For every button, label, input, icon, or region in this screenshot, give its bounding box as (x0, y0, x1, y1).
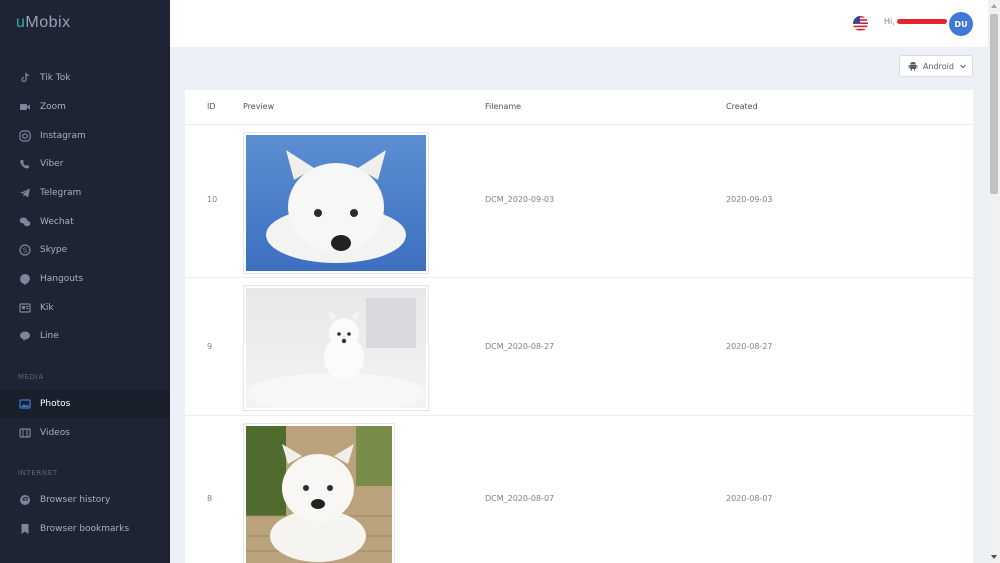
sidebar-item-videos[interactable]: Videos (0, 419, 170, 447)
skype-icon: S (19, 244, 31, 256)
speech-bubble-icon (19, 330, 31, 342)
redacted-username (897, 19, 947, 24)
user-avatar[interactable]: DU (949, 12, 973, 36)
sidebar-item-label: Hangouts (40, 274, 84, 284)
sidebar-item-label: Skype (40, 245, 68, 255)
device-select[interactable]: Android (899, 55, 973, 77)
table-row[interactable]: 10 DCM_2020-09-03 2020-09-03 (185, 124, 973, 277)
row-filename: DCM_2020-09-03 (485, 195, 555, 204)
us-flag-icon[interactable] (853, 16, 868, 31)
scroll-up-arrow-icon[interactable] (988, 0, 1000, 12)
photos-icon (19, 398, 31, 410)
section-label-media: MEDIA (18, 373, 44, 381)
greeting-text: Hi, (884, 17, 895, 26)
table-row[interactable]: 9 DCM_2020-08-27 2020-08-27 (185, 277, 973, 415)
browser-icon (19, 494, 31, 506)
instagram-icon (19, 130, 31, 142)
quote-bubble-icon (19, 273, 31, 285)
device-select-label: Android (923, 61, 954, 71)
column-header-created[interactable]: Created (726, 102, 758, 111)
sidebar-item-viber[interactable]: Viber (0, 150, 170, 178)
column-header-filename[interactable]: Filename (485, 102, 521, 111)
sidebar-item-label: Browser bookmarks (40, 524, 130, 534)
sidebar-item-kik[interactable]: Kik (0, 294, 170, 322)
row-filename: DCM_2020-08-27 (485, 342, 555, 351)
sidebar-item-label: Zoom (40, 102, 66, 112)
page-scrollbar[interactable] (988, 0, 1000, 563)
bookmark-icon (19, 523, 31, 535)
sidebar-item-label: Browser history (40, 495, 111, 505)
column-header-id[interactable]: ID (207, 102, 216, 111)
sidebar-item-label: Instagram (40, 131, 86, 141)
row-created: 2020-08-27 (726, 342, 773, 351)
row-id: 9 (207, 342, 213, 351)
paper-plane-icon (19, 187, 31, 199)
tiktok-icon (19, 72, 31, 84)
sidebar-item-label: Line (40, 331, 59, 341)
row-created: 2020-08-07 (726, 494, 773, 503)
sidebar-item-wechat[interactable]: Wechat (0, 208, 170, 236)
sidebar-item-telegram[interactable]: Telegram (0, 179, 170, 207)
photo-thumbnail[interactable] (243, 285, 429, 411)
film-icon (19, 427, 31, 439)
sidebar-item-tiktok[interactable]: Tik Tok (0, 64, 170, 92)
sidebar-item-hangouts[interactable]: Hangouts (0, 265, 170, 293)
table-row[interactable]: 8 DCM_2020-08-07 2020-08-07 (185, 415, 973, 563)
photo-thumbnail[interactable] (243, 423, 395, 563)
phone-icon (19, 158, 31, 170)
section-label-internet: INTERNET (18, 469, 58, 477)
app-logo[interactable]: uMobix (16, 14, 71, 32)
sidebar-item-instagram[interactable]: Instagram (0, 122, 170, 150)
newspaper-icon (19, 302, 31, 314)
column-header-preview[interactable]: Preview (243, 102, 274, 111)
sidebar-item-skype[interactable]: S Skype (0, 236, 170, 264)
sidebar: uMobix Tik Tok Zoom Instagram Viber Tele… (0, 0, 170, 563)
chat-bubbles-icon (19, 216, 31, 228)
row-filename: DCM_2020-08-07 (485, 494, 555, 503)
scroll-down-arrow-icon[interactable] (988, 551, 1000, 563)
sidebar-item-label: Wechat (40, 217, 74, 227)
chevron-down-icon (960, 64, 966, 69)
row-id: 10 (207, 195, 218, 204)
sidebar-item-label: Tik Tok (40, 73, 71, 83)
android-icon (908, 62, 918, 71)
scrollbar-thumb[interactable] (990, 14, 998, 194)
row-id: 8 (207, 494, 213, 503)
sidebar-item-label: Photos (40, 399, 71, 409)
sidebar-item-line[interactable]: Line (0, 322, 170, 350)
photos-table: ID Preview Filename Created 10 DCM_2020-… (185, 90, 973, 563)
sidebar-item-label: Viber (40, 159, 64, 169)
row-created: 2020-09-03 (726, 195, 773, 204)
sidebar-item-browser-bookmarks[interactable]: Browser bookmarks (0, 515, 170, 543)
sidebar-item-label: Telegram (40, 188, 82, 198)
svg-text:S: S (23, 247, 28, 255)
sidebar-item-photos[interactable]: Photos (0, 390, 170, 418)
sidebar-item-label: Videos (40, 428, 70, 438)
photo-thumbnail[interactable] (243, 132, 429, 274)
sidebar-item-zoom[interactable]: Zoom (0, 93, 170, 121)
sidebar-item-label: Kik (40, 303, 54, 313)
video-camera-icon (19, 101, 31, 113)
sidebar-item-browser-history[interactable]: Browser history (0, 486, 170, 514)
